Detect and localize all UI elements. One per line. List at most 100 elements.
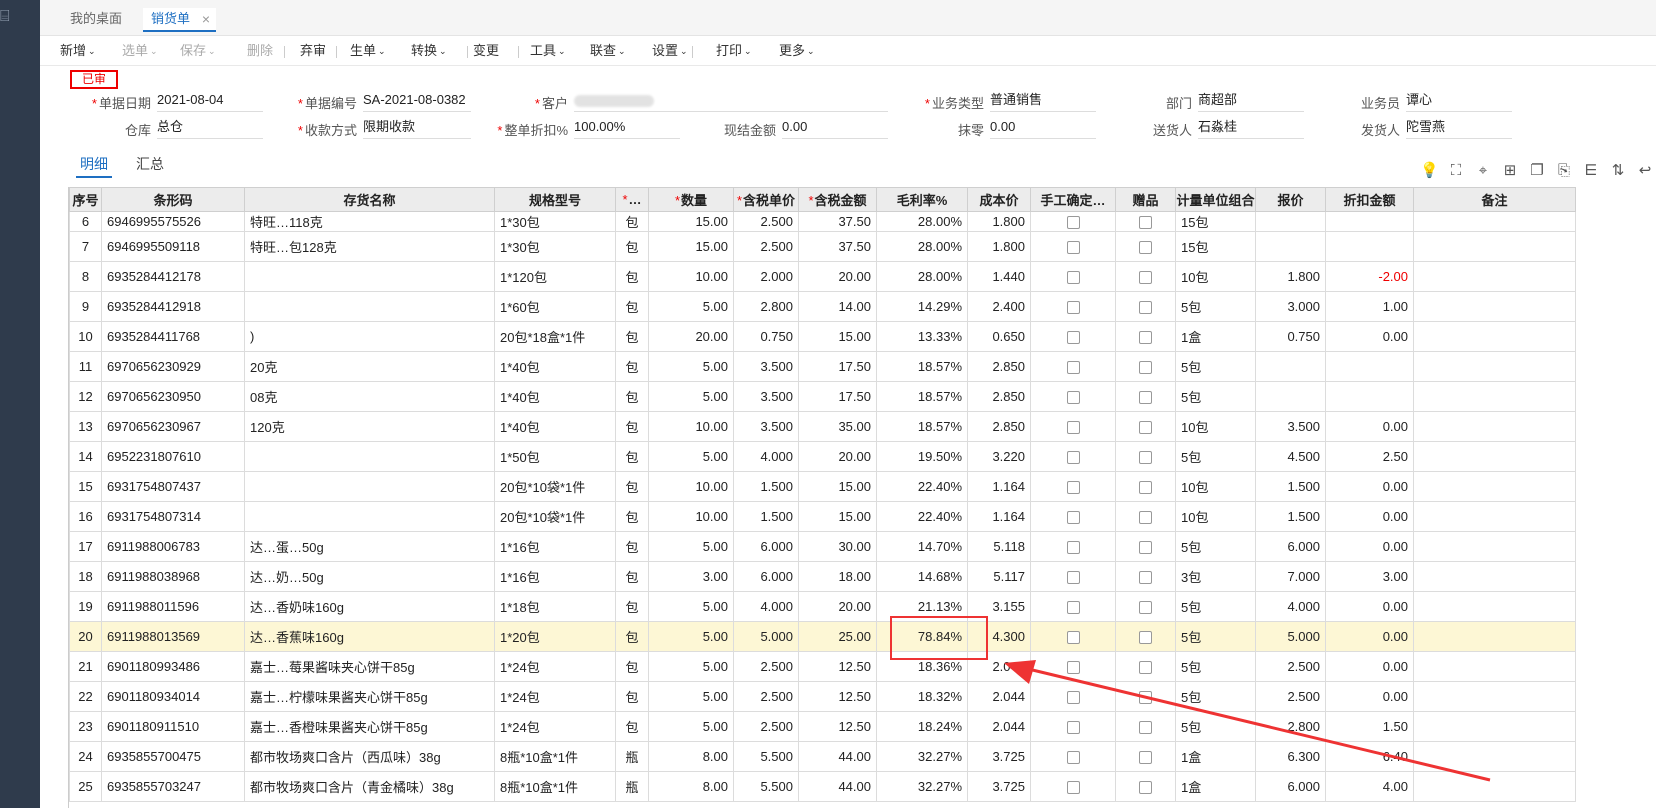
cell-barcode[interactable]: 6911988011596 xyxy=(101,591,245,622)
column-header[interactable]: 计量单位组合 xyxy=(1175,187,1256,212)
cell-no[interactable]: 8 xyxy=(69,261,102,292)
customer-field[interactable]: * 客户 xyxy=(535,90,888,112)
table-row[interactable]: 16 6931754807314 20包*10袋*1件包 10.00 1.500 15.0… xyxy=(69,501,1576,532)
cell-qty[interactable]: 5.00 xyxy=(648,681,734,712)
checkbox[interactable] xyxy=(1066,391,1080,405)
cell-margin[interactable]: 14.70% xyxy=(876,531,968,562)
cell-unit[interactable]: 包 xyxy=(615,501,649,532)
cell-note[interactable] xyxy=(1413,441,1576,472)
cell-note[interactable] xyxy=(1413,471,1576,502)
table-row[interactable]: 13 6970656230967 120克 1*40包包 10.00 3.500 35.00… xyxy=(69,411,1576,442)
cell-spec[interactable]: 20包*10袋*1件 xyxy=(494,471,616,502)
manual-confirm-checkbox[interactable] xyxy=(1030,561,1116,592)
export-icon[interactable]: ⎘ xyxy=(1555,162,1573,180)
cell-note[interactable] xyxy=(1413,531,1576,562)
checkbox[interactable] xyxy=(1066,301,1080,315)
cell-unit[interactable]: 包 xyxy=(615,471,649,502)
cell-name[interactable]: ) xyxy=(244,321,495,352)
cell-qty[interactable]: 8.00 xyxy=(648,741,734,772)
cell-note[interactable] xyxy=(1413,561,1576,592)
gift-checkbox[interactable] xyxy=(1115,681,1176,712)
cell-note[interactable] xyxy=(1413,621,1576,652)
cell-qty[interactable]: 10.00 xyxy=(648,261,734,292)
cell-quote[interactable]: 7.000 xyxy=(1255,561,1326,592)
checkbox[interactable] xyxy=(1139,541,1152,555)
gift-checkbox[interactable] xyxy=(1115,651,1176,682)
cell-spec[interactable]: 8瓶*10盒*1件 xyxy=(494,771,616,802)
cell-disc[interactable]: -2.00 xyxy=(1325,261,1414,292)
cell-unit[interactable]: 包 xyxy=(615,651,649,682)
cell-amount[interactable]: 20.00 xyxy=(798,591,877,622)
cell-spec[interactable]: 20包*18盒*1件 xyxy=(494,321,616,352)
cell-quote[interactable]: 6.300 xyxy=(1255,741,1326,772)
cell-margin[interactable]: 32.27% xyxy=(876,741,968,772)
cell-spec[interactable]: 8瓶*10盒*1件 xyxy=(494,741,616,772)
cell-name[interactable] xyxy=(244,471,495,502)
cell-amount[interactable]: 17.50 xyxy=(798,381,877,412)
cell-note[interactable] xyxy=(1413,261,1576,292)
checkbox[interactable] xyxy=(1066,601,1080,615)
cell-cost[interactable]: 3.220 xyxy=(967,441,1031,472)
cell-margin[interactable]: 18.32% xyxy=(876,681,968,712)
cell-margin[interactable]: 14.68% xyxy=(876,561,968,592)
cell-barcode[interactable]: 6970656230950 xyxy=(101,381,245,412)
column-header[interactable]: 规格型号 xyxy=(494,187,616,212)
cell-quote[interactable] xyxy=(1255,381,1326,412)
cell-amount[interactable]: 12.50 xyxy=(798,711,877,742)
cell-no[interactable]: 22 xyxy=(69,681,102,712)
cell-no[interactable]: 15 xyxy=(69,471,102,502)
cell-disc[interactable]: 0.00 xyxy=(1325,621,1414,652)
cell-margin[interactable]: 28.00% xyxy=(876,211,968,232)
cell-name[interactable]: 嘉士…香橙味果酱夹心饼干85g xyxy=(244,711,495,742)
cell-note[interactable] xyxy=(1413,321,1576,352)
cell-price[interactable]: 2.500 xyxy=(733,711,799,742)
cell-spec[interactable]: 20包*10袋*1件 xyxy=(494,501,616,532)
biz-type-field[interactable]: * 业务类型 普通销售 xyxy=(925,90,1096,112)
cell-no[interactable]: 7 xyxy=(69,231,102,262)
cell-unit[interactable]: 包 xyxy=(615,711,649,742)
gift-checkbox[interactable] xyxy=(1115,321,1176,352)
cell-spec[interactable]: 1*60包 xyxy=(494,291,616,322)
location-icon[interactable]: ⌖ xyxy=(1474,162,1492,180)
cell-amount[interactable]: 18.00 xyxy=(798,561,877,592)
cell-cost[interactable]: 2.044 xyxy=(967,711,1031,742)
checkbox[interactable] xyxy=(1139,601,1152,615)
cell-qty[interactable]: 10.00 xyxy=(648,471,734,502)
cell-note[interactable] xyxy=(1413,351,1576,382)
cell-disc[interactable]: 3.00 xyxy=(1325,561,1414,592)
toolbar-button[interactable]: 保存 ⌄ xyxy=(180,42,216,60)
dept-field[interactable]: 部门 商超部 xyxy=(1166,90,1304,112)
gift-checkbox[interactable] xyxy=(1115,591,1176,622)
cell-spec[interactable]: 1*24包 xyxy=(494,651,616,682)
cell-name[interactable]: 特旺…包128克 xyxy=(244,231,495,262)
cell-unit[interactable]: 包 xyxy=(615,351,649,382)
discount-field[interactable]: * 整单折扣% 100.00% xyxy=(497,117,680,139)
toolbar-button[interactable]: 转换 ⌄ xyxy=(411,42,447,60)
cell-barcode[interactable]: 6935855700475 xyxy=(101,741,245,772)
cell-qty[interactable]: 5.00 xyxy=(648,591,734,622)
cell-spec[interactable]: 1*24包 xyxy=(494,681,616,712)
column-header[interactable]: 序号 xyxy=(69,187,102,212)
cell-barcode[interactable]: 6946995575526 xyxy=(101,211,245,232)
cell-cost[interactable]: 1.800 xyxy=(967,211,1031,232)
cell-amount[interactable]: 37.50 xyxy=(798,211,877,232)
tab-sales-order[interactable]: 销货单 × xyxy=(143,8,217,32)
cell-name[interactable] xyxy=(244,441,495,472)
column-header[interactable]: 成本价 xyxy=(967,187,1031,212)
cell-unit[interactable]: 包 xyxy=(615,681,649,712)
cell-margin[interactable]: 22.40% xyxy=(876,471,968,502)
cell-price[interactable]: 2.800 xyxy=(733,291,799,322)
deliverer-field[interactable]: 送货人 石淼桂 xyxy=(1153,117,1304,139)
manual-confirm-checkbox[interactable] xyxy=(1030,381,1116,412)
cell-name[interactable]: 达…蛋…50g xyxy=(244,531,495,562)
cell-unitgrp[interactable]: 10包 xyxy=(1175,501,1256,532)
checkbox[interactable] xyxy=(1139,241,1152,255)
gift-checkbox[interactable] xyxy=(1115,621,1176,652)
cell-margin[interactable]: 13.33% xyxy=(876,321,968,352)
cell-spec[interactable]: 1*16包 xyxy=(494,531,616,562)
cell-cost[interactable]: 2.850 xyxy=(967,381,1031,412)
cell-amount[interactable]: 35.00 xyxy=(798,411,877,442)
cell-unit[interactable]: 包 xyxy=(615,231,649,262)
cell-cost[interactable]: 1.800 xyxy=(967,231,1031,262)
toolbar-button[interactable]: 删除 xyxy=(247,42,273,60)
